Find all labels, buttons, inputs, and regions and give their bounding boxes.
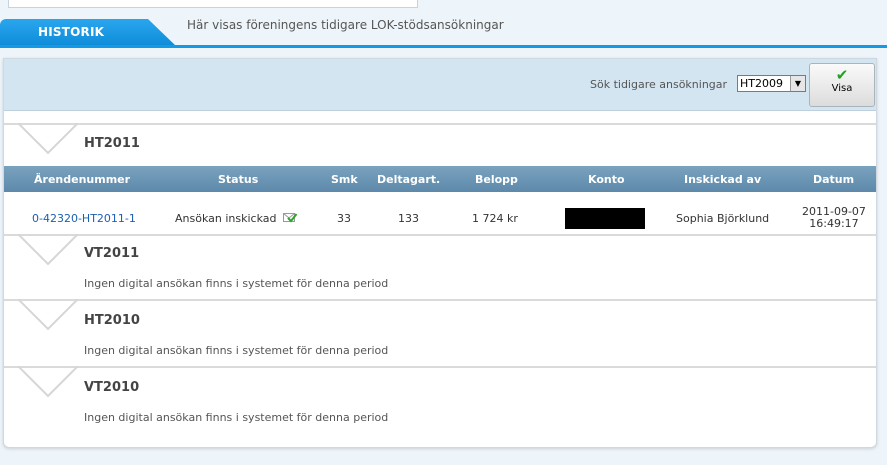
envelope-check-icon [282,213,297,223]
chevron-icon [18,366,78,398]
period-section-ht2011: HT2011 [4,123,876,166]
smk-cell: 33 [337,212,351,225]
header-divider [0,45,887,48]
page-header: HISTORIK Här visas föreningens tidigare … [0,12,887,48]
period-section-vt2010: VT2010 Ingen digital ansökan finns i sys… [4,366,876,447]
visa-button-label: Visa [831,83,853,94]
section-title: VT2010 [84,380,140,395]
top-input-field[interactable] [8,0,418,8]
history-panel: Sök tidigare ansökningar HT2009 ▼ ✔ Visa… [3,58,877,448]
table-header: Ärendenummer Status Smk Deltagart. Belop… [4,166,876,192]
page-description: Här visas föreningens tidigare LOK-stöds… [187,18,504,32]
deltagart-cell: 133 [398,212,419,225]
section-message: Ingen digital ansökan finns i systemet f… [84,411,389,424]
col-inskickad-av: Inskickad av [684,173,762,186]
chevron-icon [18,123,78,155]
search-bar: Sök tidigare ansökningar HT2009 ▼ ✔ Visa [4,59,876,111]
konto-redacted [565,208,645,229]
period-select[interactable]: HT2009 ▼ [737,75,806,92]
period-section-vt2011: VT2011 Ingen digital ansökan finns i sys… [4,234,876,299]
inskickad-av-cell: Sophia Björklund [676,212,770,225]
col-belopp: Belopp [475,173,518,186]
col-konto: Konto [588,173,625,186]
status-text: Ansökan inskickad [175,212,277,225]
status-cell: Ansökan inskickad [175,212,297,225]
check-icon: ✔ [835,66,849,84]
visa-button[interactable]: ✔ Visa [809,63,875,107]
period-select-value: HT2009 [740,77,783,90]
chevron-down-icon[interactable]: ▼ [790,76,805,91]
tab-historik[interactable]: HISTORIK [0,19,176,46]
col-arendenummer: Ärendenummer [34,173,131,186]
chevron-icon [18,234,78,266]
section-title: VT2011 [84,246,140,261]
col-datum: Datum [813,173,855,186]
table-row: 0-42320-HT2011-1 Ansökan inskickad 33 13… [4,192,876,232]
section-title: HT2010 [84,313,140,328]
col-status: Status [218,173,259,186]
datum-cell: 2011-09-07 16:49:17 [802,206,866,230]
search-label: Sök tidigare ansökningar [590,78,728,91]
section-message: Ingen digital ansökan finns i systemet f… [84,344,389,357]
col-smk: Smk [331,173,358,186]
section-message: Ingen digital ansökan finns i systemet f… [84,277,389,290]
chevron-icon [18,299,78,331]
col-deltagart: Deltagart. [377,173,441,186]
datum-time: 16:49:17 [809,217,859,230]
section-title: HT2011 [84,136,140,151]
period-section-ht2010: HT2010 Ingen digital ansökan finns i sys… [4,299,876,365]
belopp-cell: 1 724 kr [472,212,518,225]
case-number-link[interactable]: 0-42320-HT2011-1 [32,212,136,225]
